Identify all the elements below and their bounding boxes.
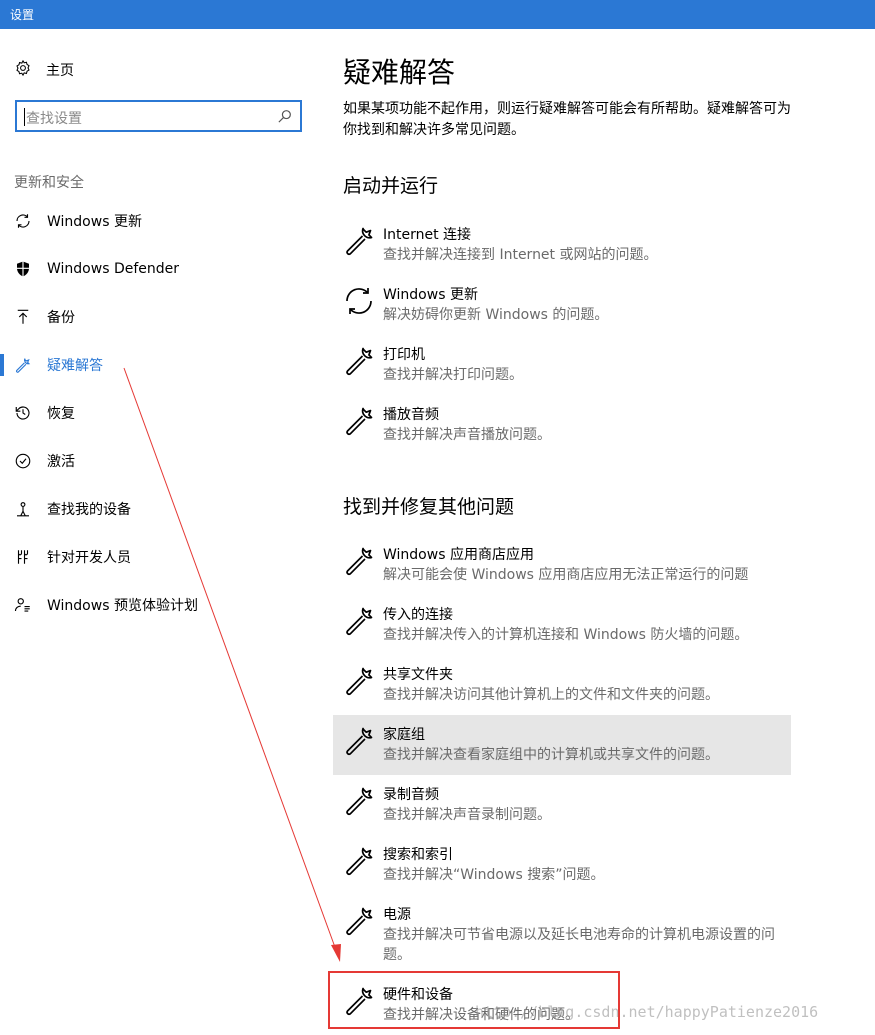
troubleshooter-description: 查找并解决可节省电源以及延长电池寿命的计算机电源设置的问题。 <box>383 927 775 963</box>
sidebar-item-windows-insider[interactable]: Windows 预览体验计划 <box>0 581 320 629</box>
troubleshooter-power[interactable]: 电源 查找并解决可节省电源以及延长电池寿命的计算机电源设置的问题。 <box>333 895 791 975</box>
troubleshooter-list-secondary: Windows 应用商店应用 解决可能会使 Windows 应用商店应用无法正常… <box>333 535 791 1035</box>
troubleshooter-playing-audio[interactable]: 播放音频 查找并解决声音播放问题。 <box>333 395 791 455</box>
troubleshooter-name: 搜索和索引 <box>383 847 453 863</box>
troubleshooter-printer[interactable]: 打印机 查找并解决打印问题。 <box>333 335 791 395</box>
troubleshooter-description: 解决可能会使 Windows 应用商店应用无法正常运行的问题 <box>383 567 749 583</box>
section-heading-find-and-fix: 找到并修复其他问题 <box>343 496 515 518</box>
sidebar-item-recovery[interactable]: 恢复 <box>0 389 320 437</box>
developer-tools-icon <box>14 548 32 566</box>
troubleshooter-homegroup[interactable]: 家庭组 查找并解决查看家庭组中的计算机或共享文件的问题。 <box>333 715 791 775</box>
sidebar-item-label: 疑难解答 <box>47 358 103 374</box>
troubleshooter-search-indexing[interactable]: 搜索和索引 查找并解决“Windows 搜索”问题。 <box>333 835 791 895</box>
troubleshooter-description: 查找并解决传入的计算机连接和 Windows 防火墙的问题。 <box>383 627 749 643</box>
sidebar-item-label: 激活 <box>47 454 75 470</box>
wrench-icon <box>343 605 375 637</box>
wrench-icon <box>343 405 375 437</box>
troubleshooter-internet-connection[interactable]: Internet 连接 查找并解决连接到 Internet 或网站的问题。 <box>333 215 791 275</box>
wrench-icon <box>343 225 375 257</box>
troubleshooter-description: 查找并解决访问其他计算机上的文件和文件夹的问题。 <box>383 687 719 703</box>
troubleshooter-name: 共享文件夹 <box>383 667 453 683</box>
sidebar: 主页 查找设置 更新和安全 Windows 更新 Windows Defende… <box>0 29 320 1033</box>
troubleshooter-name: 录制音频 <box>383 787 439 803</box>
wrench-icon <box>343 985 375 1017</box>
sidebar-item-label: 恢复 <box>47 406 75 422</box>
sidebar-item-label: 查找我的设备 <box>47 502 131 518</box>
sidebar-item-activation[interactable]: 激活 <box>0 437 320 485</box>
wrench-icon <box>343 725 375 757</box>
check-circle-icon <box>14 452 32 470</box>
troubleshooter-name: 传入的连接 <box>383 607 453 623</box>
history-icon <box>14 404 32 422</box>
sidebar-item-label: Windows Defender <box>47 261 180 277</box>
watermark-text: http://blog.csdn.net/happyPatienze2016 <box>475 1003 819 1021</box>
search-placeholder: 查找设置 <box>24 108 82 128</box>
sidebar-item-label: Windows 预览体验计划 <box>47 598 198 614</box>
sidebar-item-troubleshoot[interactable]: 疑难解答 <box>0 341 320 389</box>
troubleshooter-name: Internet 连接 <box>383 227 472 243</box>
sidebar-item-label: 针对开发人员 <box>47 550 131 566</box>
sidebar-item-windows-defender[interactable]: Windows Defender <box>0 245 320 293</box>
troubleshooter-windows-update[interactable]: Windows 更新 解决妨碍你更新 Windows 的问题。 <box>333 275 791 335</box>
sidebar-item-windows-update[interactable]: Windows 更新 <box>0 197 320 245</box>
troubleshooter-name: 打印机 <box>383 347 425 363</box>
shield-icon <box>14 260 32 278</box>
wrench-icon <box>14 356 32 374</box>
wrench-icon <box>343 345 375 377</box>
page-description: 如果某项功能不起作用，则运行疑难解答可能会有所帮助。疑难解答可为你找到和解决许多… <box>343 101 791 138</box>
troubleshooter-description: 查找并解决查看家庭组中的计算机或共享文件的问题。 <box>383 747 719 763</box>
troubleshooter-description: 查找并解决打印问题。 <box>383 367 523 383</box>
search-input[interactable]: 查找设置 <box>15 100 302 132</box>
wrench-icon <box>343 845 375 877</box>
window-title: 设置 <box>10 8 35 22</box>
sidebar-item-developers[interactable]: 针对开发人员 <box>0 533 320 581</box>
person-location-icon <box>14 500 32 518</box>
troubleshooter-name: 硬件和设备 <box>383 987 453 1003</box>
person-insider-icon <box>14 596 32 614</box>
troubleshooter-name: 播放音频 <box>383 407 439 423</box>
troubleshooter-list-primary: Internet 连接 查找并解决连接到 Internet 或网站的问题。 Wi… <box>333 215 791 455</box>
wrench-icon <box>343 785 375 817</box>
troubleshooter-description: 查找并解决声音录制问题。 <box>383 807 551 823</box>
wrench-icon <box>343 665 375 697</box>
sidebar-section-title: 更新和安全 <box>14 175 84 191</box>
sync-icon <box>14 212 32 230</box>
troubleshooter-description: 查找并解决连接到 Internet 或网站的问题。 <box>383 247 658 263</box>
sidebar-item-label: Windows 更新 <box>47 214 142 230</box>
gear-icon <box>14 59 46 81</box>
wrench-icon <box>343 905 375 937</box>
troubleshooter-incoming-connections[interactable]: 传入的连接 查找并解决传入的计算机连接和 Windows 防火墙的问题。 <box>333 595 791 655</box>
page-title: 疑难解答 <box>343 56 456 89</box>
troubleshooter-description: 查找并解决“Windows 搜索”问题。 <box>383 867 605 883</box>
troubleshooter-name: Windows 更新 <box>383 287 478 303</box>
troubleshooter-shared-folders[interactable]: 共享文件夹 查找并解决访问其他计算机上的文件和文件夹的问题。 <box>333 655 791 715</box>
troubleshooter-description: 解决妨碍你更新 Windows 的问题。 <box>383 307 609 323</box>
home-label: 主页 <box>46 63 74 79</box>
troubleshooter-name: 电源 <box>383 907 411 923</box>
troubleshooter-name: 家庭组 <box>383 727 425 743</box>
wrench-icon <box>343 545 375 577</box>
sidebar-item-label: 备份 <box>47 310 75 326</box>
home-link[interactable]: 主页 <box>14 59 74 81</box>
window-title-bar: 设置 <box>0 0 875 29</box>
sync-icon <box>343 285 375 317</box>
troubleshooter-store-apps[interactable]: Windows 应用商店应用 解决可能会使 Windows 应用商店应用无法正常… <box>333 535 791 595</box>
troubleshooter-description: 查找并解决声音播放问题。 <box>383 427 551 443</box>
section-heading-get-up-and-running: 启动并运行 <box>343 175 439 197</box>
upload-arrow-icon <box>14 308 32 326</box>
troubleshooter-name: Windows 应用商店应用 <box>383 547 534 563</box>
sidebar-item-backup[interactable]: 备份 <box>0 293 320 341</box>
sidebar-item-find-my-device[interactable]: 查找我的设备 <box>0 485 320 533</box>
troubleshooter-recording-audio[interactable]: 录制音频 查找并解决声音录制问题。 <box>333 775 791 835</box>
sidebar-nav: Windows 更新 Windows Defender 备份 疑难解答 恢复 激… <box>0 197 320 629</box>
